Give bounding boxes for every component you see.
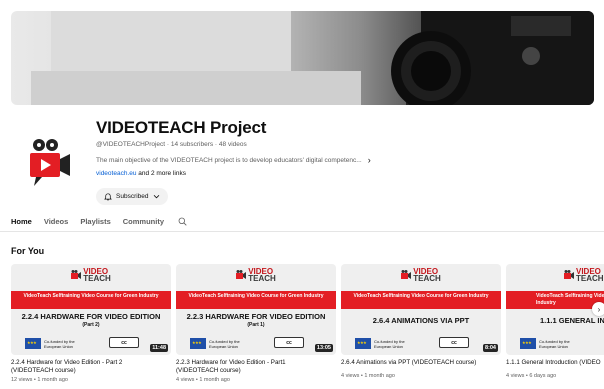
camera-logo-icon xyxy=(236,270,247,279)
creative-commons-icon: cc xyxy=(274,337,304,348)
video-thumbnail[interactable]: VIDEOTEACH VideoTeach Selftraining Video… xyxy=(506,264,604,355)
eu-text: Co-funded by the European Union xyxy=(539,338,570,349)
logo-teach-text: TEACH xyxy=(576,274,604,283)
videoteach-logo: VIDEO TEACH xyxy=(11,268,171,283)
topic-text: 2.2.4 HARDWARE FOR VIDEO EDITION xyxy=(21,312,161,321)
cc-text: cc xyxy=(286,339,292,346)
topic-part: (Part 1) xyxy=(247,322,265,328)
video-stats: 4 views • 6 days ago xyxy=(506,373,557,379)
search-icon[interactable] xyxy=(178,217,187,232)
chevron-right-icon[interactable]: › xyxy=(592,302,604,316)
cc-text: cc xyxy=(451,339,457,346)
camera-logo-icon xyxy=(564,270,574,279)
video-card[interactable]: VIDEOTEACH VideoTeach Selftraining Video… xyxy=(11,264,171,383)
video-title-line2[interactable]: (VIDEOTEACH course) xyxy=(176,367,336,375)
eu-cofunded: Co-funded by the European Union xyxy=(190,338,243,349)
video-stats: 4 views • 1 month ago xyxy=(341,373,395,379)
video-title[interactable]: 2.2.3 Hardware for Video Edition - Part1 xyxy=(176,359,336,367)
channel-tabs: Home Videos Playlists Community xyxy=(11,217,187,232)
videoteach-logo: VIDEO TEACH xyxy=(176,268,336,283)
eu-text: Co-funded by the European Union xyxy=(44,338,75,349)
video-title[interactable]: 2.2.4 Hardware for Video Edition - Part … xyxy=(11,359,171,367)
video-title-line2[interactable]: (VIDEOTEACH course) xyxy=(11,367,171,375)
topic-part: (Part 2) xyxy=(82,322,100,328)
eu-flag-icon xyxy=(190,338,206,349)
more-links-text[interactable]: and 2 more links xyxy=(136,170,186,177)
channel-name: VIDEOTEACH Project xyxy=(96,118,267,137)
video-thumbnail[interactable]: VIDEOTEACH VideoTeach Selftraining Video… xyxy=(11,264,171,355)
cc-text: cc xyxy=(121,339,127,346)
camera-logo-icon xyxy=(401,270,412,279)
topic-text: 2.6.4 ANIMATIONS VIA PPT xyxy=(372,316,470,325)
video-thumbnail[interactable]: VIDEOTEACH VideoTeach Selftraining Video… xyxy=(341,264,501,355)
creative-commons-icon: cc xyxy=(439,337,469,348)
course-band: VideoTeach Selftraining Video Course for… xyxy=(176,291,336,309)
tab-community[interactable]: Community xyxy=(123,217,164,232)
subscribed-button[interactable]: Subscribed xyxy=(96,188,168,205)
tab-home[interactable]: Home xyxy=(11,217,32,232)
tabs-divider xyxy=(0,231,604,232)
video-card[interactable]: VIDEOTEACH VideoTeach Selftraining Video… xyxy=(341,264,501,379)
channel-website-link[interactable]: videoteach.eu xyxy=(96,170,136,177)
topic-text: 1.1.1 GENERAL INT xyxy=(540,316,604,325)
eu-cofunded: Co-funded by the European Union xyxy=(355,338,408,349)
bell-icon xyxy=(104,192,112,200)
eu-text: Co-funded by the European Union xyxy=(209,338,240,349)
channel-description[interactable]: The main objective of the VIDEOTEACH pro… xyxy=(96,155,371,165)
video-stats: 12 views • 1 month ago xyxy=(11,377,68,383)
videoteach-logo: VIDEO TEACH xyxy=(341,268,501,283)
banner-camera-image xyxy=(31,11,594,105)
videoteach-logo: VIDEO TEACH xyxy=(506,268,604,283)
thumbnail-topic: 2.2.3 HARDWARE FOR VIDEO EDITION (Part 1) xyxy=(176,313,336,329)
channel-description-text: The main objective of the VIDEOTEACH pro… xyxy=(96,156,362,164)
eu-text: Co-funded by the European Union xyxy=(374,338,405,349)
logo-teach-text: TEACH xyxy=(413,274,441,283)
subscribed-label: Subscribed xyxy=(116,193,149,200)
eu-cofunded: Co-funded by the European Union xyxy=(520,338,573,349)
video-thumbnail[interactable]: VIDEOTEACH VideoTeach Selftraining Video… xyxy=(176,264,336,355)
channel-links: videoteach.eu and 2 more links xyxy=(96,170,186,177)
chevron-down-icon xyxy=(153,195,159,199)
tab-playlists[interactable]: Playlists xyxy=(80,217,110,232)
video-duration: 8:04 xyxy=(482,344,498,352)
eu-cofunded: Co-funded by the European Union xyxy=(25,338,78,349)
course-band: VideoTeach Selftraining Video Course for… xyxy=(11,291,171,309)
video-duration: 11:48 xyxy=(150,344,168,352)
eu-flag-icon xyxy=(25,338,41,349)
chevron-right-icon[interactable]: › xyxy=(368,155,371,165)
video-title[interactable]: 1.1.1 General Introduction (VIDEO xyxy=(506,359,604,367)
thumbnail-topic: 1.1.1 GENERAL INT xyxy=(506,317,604,325)
tab-videos[interactable]: Videos xyxy=(44,217,68,232)
thumbnail-topic: 2.2.4 HARDWARE FOR VIDEO EDITION (Part 2) xyxy=(11,313,171,329)
thumbnail-topic: 2.6.4 ANIMATIONS VIA PPT xyxy=(341,317,501,325)
section-title-for-you: For You xyxy=(11,246,45,256)
eu-flag-icon xyxy=(355,338,371,349)
logo-teach-text: TEACH xyxy=(83,274,111,283)
logo-teach-text: TEACH xyxy=(248,274,276,283)
topic-text: 2.2.3 HARDWARE FOR VIDEO EDITION xyxy=(186,312,326,321)
video-camera-logo-icon xyxy=(30,139,70,186)
course-band: VideoTeach Selftraining Video Course for… xyxy=(341,291,501,309)
course-band: VideoTeach Selftraining Video Course for… xyxy=(506,291,604,309)
channel-avatar[interactable] xyxy=(22,136,74,188)
video-stats: 4 views • 1 month ago xyxy=(176,377,230,383)
video-duration: 13:05 xyxy=(314,344,333,352)
eu-flag-icon xyxy=(520,338,536,349)
channel-banner xyxy=(11,11,594,105)
channel-meta: @VIDEOTEACHProject · 14 subscribers · 48… xyxy=(96,141,247,148)
video-card[interactable]: VIDEOTEACH VideoTeach Selftraining Video… xyxy=(176,264,336,383)
video-card[interactable]: VIDEOTEACH VideoTeach Selftraining Video… xyxy=(506,264,604,379)
creative-commons-icon: cc xyxy=(109,337,139,348)
camera-logo-icon xyxy=(71,270,82,279)
video-title[interactable]: 2.6.4 Animations via PPT (VIDEOTEACH cou… xyxy=(341,359,501,367)
